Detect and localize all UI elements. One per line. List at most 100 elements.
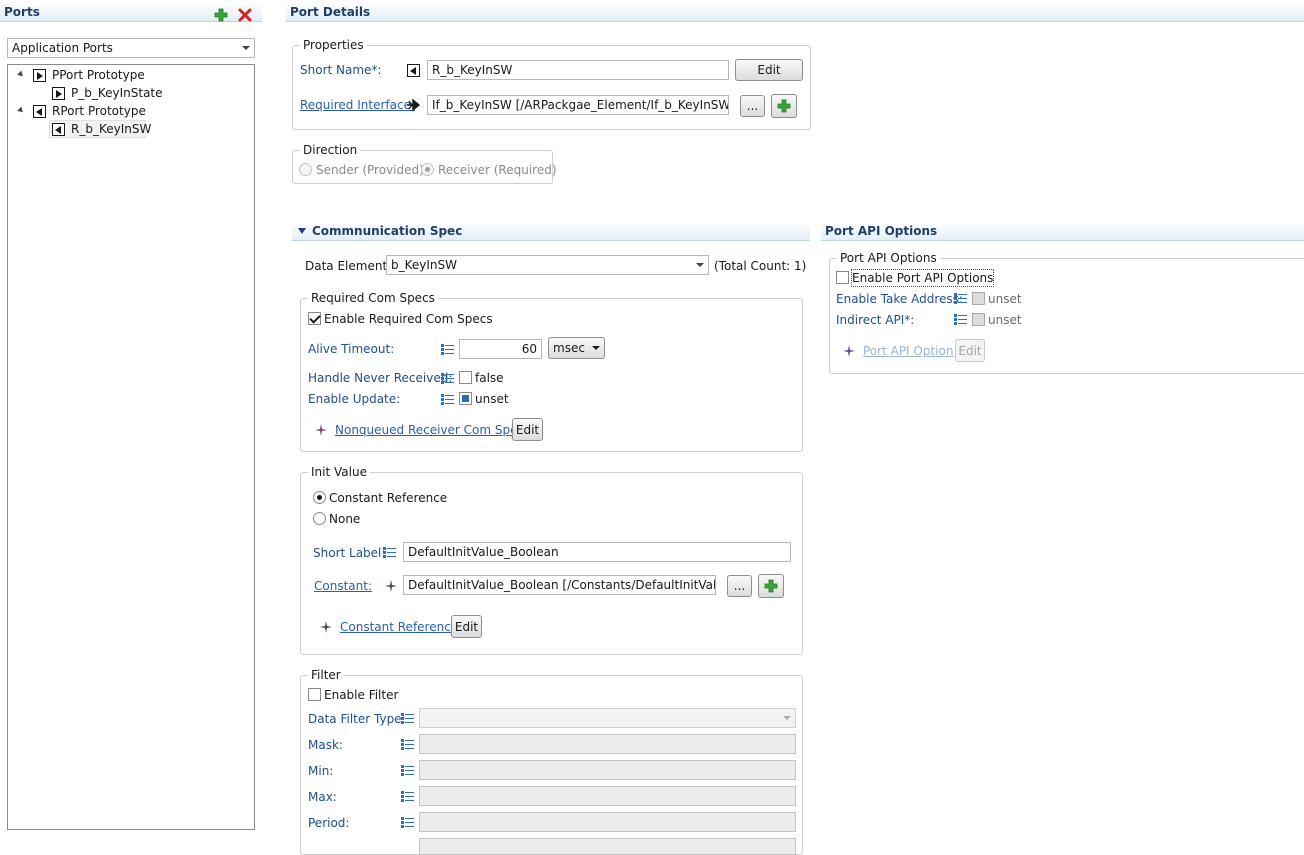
properties-group: Properties bbox=[292, 38, 811, 130]
short-label-label: Short Label: bbox=[313, 546, 386, 560]
alive-timeout-unit-select[interactable]: msec bbox=[548, 337, 605, 359]
none-radio[interactable] bbox=[313, 512, 326, 525]
ports-tree[interactable]: PPort Prototype P_b_KeyInState RPort Pro… bbox=[7, 64, 255, 830]
port-details-title: Port Details bbox=[290, 5, 371, 19]
constant-input[interactable]: DefaultInitValue_Boolean [/Constants/Def… bbox=[403, 575, 716, 595]
enable-update-label: Enable Update: bbox=[308, 392, 401, 406]
port-details-header: Port Details bbox=[286, 2, 1304, 22]
list-icon bbox=[383, 547, 396, 558]
constant-reference-link[interactable]: Constant Reference bbox=[340, 619, 458, 635]
ports-panel-title: Ports bbox=[4, 5, 40, 19]
handle-never-received-value: false bbox=[475, 371, 504, 385]
expand-rport-icon[interactable] bbox=[17, 106, 25, 115]
required-interface-add-button[interactable] bbox=[771, 94, 797, 118]
list-icon bbox=[441, 373, 454, 384]
enable-required-com-specs-label: Enable Required Com Specs bbox=[324, 312, 493, 326]
short-label-input[interactable]: DefaultInitValue_Boolean bbox=[403, 542, 791, 562]
required-interface-input[interactable]: If_b_KeyInSW [/ARPackgae_Element/If_b_Ke… bbox=[427, 95, 729, 115]
ports-filter-value: Application Ports bbox=[12, 41, 113, 55]
constant-reference-edit-button[interactable]: Edit bbox=[451, 615, 482, 638]
list-icon bbox=[441, 394, 454, 405]
enable-take-address-label: Enable Take Address: bbox=[836, 292, 963, 306]
data-elements-value: b_KeyInSW bbox=[391, 258, 457, 272]
constant-add-button[interactable] bbox=[758, 574, 784, 598]
add-icon bbox=[764, 579, 778, 593]
indirect-api-value: unset bbox=[988, 313, 1022, 327]
enable-required-com-specs-checkbox[interactable] bbox=[308, 312, 321, 325]
expand-pport-icon[interactable] bbox=[17, 70, 25, 79]
max-input[interactable] bbox=[419, 786, 796, 806]
collapse-twisty-icon[interactable] bbox=[298, 228, 306, 234]
list-icon bbox=[401, 817, 414, 828]
required-interface-link[interactable]: Required Interface: bbox=[300, 97, 415, 113]
spark-icon bbox=[385, 580, 397, 592]
tree-item-p-b-keyinstate[interactable]: P_b_KeyInState bbox=[71, 85, 163, 101]
tree-item-r-b-keyinsw[interactable]: R_b_KeyInSW bbox=[71, 121, 151, 137]
constant-reference-label: Constant Reference bbox=[329, 491, 448, 505]
chevron-down-icon bbox=[242, 46, 250, 50]
sender-radio[interactable] bbox=[299, 163, 312, 176]
ports-filter-select[interactable]: Application Ports bbox=[7, 38, 255, 58]
receiver-radio[interactable] bbox=[421, 163, 434, 176]
constant-reference-radio[interactable] bbox=[313, 491, 326, 504]
direction-group-title: Direction bbox=[300, 143, 361, 157]
filter-title: Filter bbox=[308, 668, 344, 682]
enable-take-address-checkbox[interactable] bbox=[972, 292, 985, 305]
rport-icon bbox=[33, 105, 46, 118]
rport-item-icon bbox=[52, 123, 65, 136]
remove-port-icon[interactable] bbox=[238, 8, 252, 22]
pport-item-icon bbox=[52, 87, 65, 100]
interface-icon bbox=[406, 98, 422, 112]
port-type-icon bbox=[407, 64, 420, 77]
short-name-edit-button[interactable]: Edit bbox=[735, 59, 803, 81]
port-api-options-header: Port API Options bbox=[821, 221, 1304, 241]
tree-item-rport-prototype[interactable]: RPort Prototype bbox=[52, 103, 146, 119]
required-com-specs-title: Required Com Specs bbox=[308, 291, 438, 305]
enable-filter-checkbox[interactable] bbox=[308, 688, 321, 701]
list-icon bbox=[401, 739, 414, 750]
data-filter-type-label: Data Filter Type: bbox=[308, 712, 406, 726]
properties-group-title: Properties bbox=[300, 38, 367, 52]
list-icon bbox=[401, 791, 414, 802]
list-icon bbox=[401, 713, 414, 724]
min-label: Min: bbox=[308, 764, 334, 778]
enable-port-api-options-label: Enable Port API Options bbox=[850, 269, 995, 287]
handle-never-received-checkbox[interactable] bbox=[459, 371, 472, 384]
chevron-down-icon bbox=[783, 716, 791, 720]
short-name-input[interactable]: R_b_KeyInSW bbox=[427, 60, 729, 80]
port-api-option-edit-button[interactable]: Edit bbox=[955, 339, 985, 362]
enable-port-api-options-checkbox[interactable] bbox=[836, 271, 849, 284]
min-input[interactable] bbox=[419, 760, 796, 780]
list-icon bbox=[954, 293, 967, 304]
init-value-title: Init Value bbox=[308, 465, 370, 479]
enable-update-checkbox[interactable] bbox=[459, 392, 472, 405]
none-label: None bbox=[329, 512, 361, 526]
indirect-api-checkbox[interactable] bbox=[972, 313, 985, 326]
period-input[interactable] bbox=[419, 812, 796, 832]
receiver-label: Receiver (Required) bbox=[438, 163, 557, 177]
constant-browse-button[interactable]: ... bbox=[727, 575, 752, 597]
communication-spec-header[interactable]: Commnunication Spec bbox=[292, 221, 810, 241]
nonqueued-receiver-com-spec-link[interactable]: Nonqueued Receiver Com Spec bbox=[335, 422, 524, 438]
nonqueued-edit-button[interactable]: Edit bbox=[512, 418, 543, 441]
data-filter-type-select[interactable] bbox=[419, 708, 796, 728]
tree-item-pport-prototype[interactable]: PPort Prototype bbox=[52, 67, 145, 83]
alive-timeout-unit-value: msec bbox=[553, 341, 585, 355]
period-label: Period: bbox=[308, 816, 350, 830]
handle-never-received-label: Handle Never Received: bbox=[308, 371, 453, 385]
mask-input[interactable] bbox=[419, 734, 796, 754]
chevron-down-icon bbox=[592, 346, 600, 350]
data-elements-select[interactable]: b_KeyInSW bbox=[386, 255, 709, 275]
partial-input-next[interactable] bbox=[419, 838, 796, 855]
max-label: Max: bbox=[308, 790, 337, 804]
spark-icon bbox=[843, 345, 855, 357]
required-interface-browse-button[interactable]: ... bbox=[740, 95, 765, 117]
add-icon bbox=[777, 99, 791, 113]
spark-icon bbox=[315, 424, 327, 436]
add-port-icon[interactable] bbox=[214, 8, 228, 22]
alive-timeout-input[interactable]: 60 bbox=[459, 339, 542, 359]
constant-link[interactable]: Constant: bbox=[314, 578, 372, 594]
enable-update-value: unset bbox=[475, 392, 509, 406]
list-icon bbox=[401, 765, 414, 776]
port-api-option-link[interactable]: Port API Option bbox=[863, 343, 953, 359]
